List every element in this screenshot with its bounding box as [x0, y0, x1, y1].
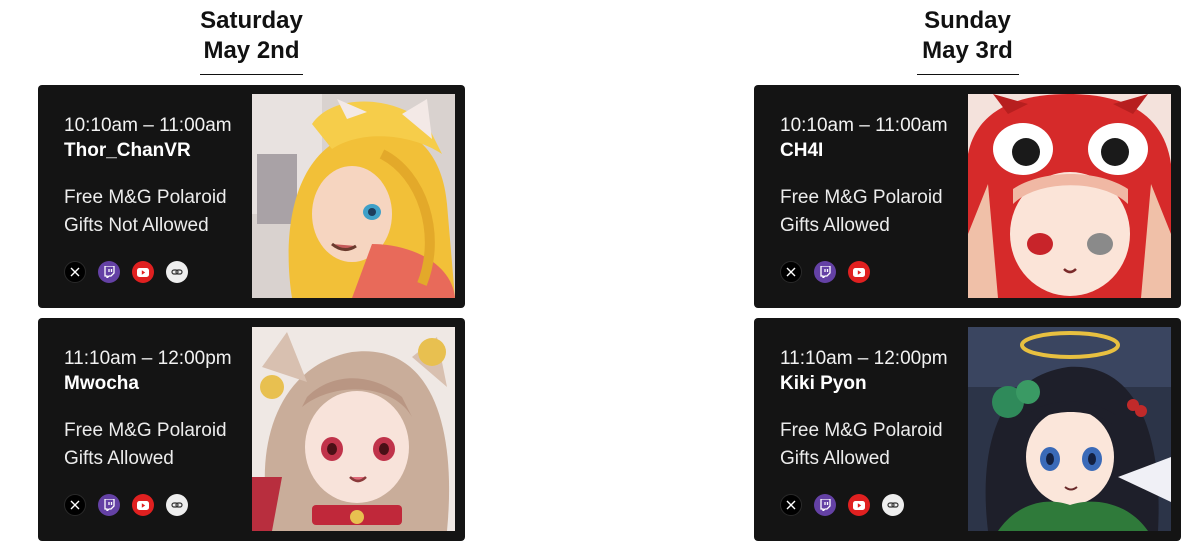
twitch-icon[interactable]: [814, 494, 836, 516]
day-name: Saturday: [200, 7, 303, 34]
social-links: [780, 261, 870, 283]
day-name: Sunday: [924, 7, 1011, 34]
x-icon[interactable]: [780, 261, 802, 283]
perk-gifts: Gifts Allowed: [64, 448, 174, 469]
twitch-icon[interactable]: [98, 261, 120, 283]
schedule-card: 11:10am – 12:00pm Kiki Pyon Free M&G Pol…: [754, 318, 1181, 541]
streamer-name: Kiki Pyon: [780, 373, 867, 394]
time-slot: 10:10am – 11:00am: [780, 115, 948, 136]
schedule-card: 10:10am – 11:00am Thor_ChanVR Free M&G P…: [38, 85, 465, 308]
schedule-card: 11:10am – 12:00pm Mwocha Free M&G Polaro…: [38, 318, 465, 541]
social-links: [64, 494, 188, 516]
perk-list: Free M&G Polaroid Gifts Allowed: [780, 184, 980, 240]
streamer-avatar-mwocha: [252, 327, 455, 531]
day-title: Sunday May 3rd: [916, 6, 1019, 75]
day-header: Sunday May 3rd: [754, 0, 1181, 80]
youtube-icon[interactable]: [848, 261, 870, 283]
perk-list: Free M&G Polaroid Gifts Not Allowed: [64, 184, 264, 240]
card-info: 11:10am – 12:00pm Kiki Pyon Free M&G Pol…: [780, 347, 980, 473]
link-icon[interactable]: [166, 494, 188, 516]
card-info: 10:10am – 11:00am CH4I Free M&G Polaroid…: [780, 114, 980, 240]
streamer-name: CH4I: [780, 140, 824, 161]
x-icon[interactable]: [780, 494, 802, 516]
perk-list: Free M&G Polaroid Gifts Allowed: [780, 417, 980, 473]
x-icon[interactable]: [64, 494, 86, 516]
perk-list: Free M&G Polaroid Gifts Allowed: [64, 417, 264, 473]
streamer-name: Mwocha: [64, 373, 139, 394]
day-date: May 3rd: [922, 37, 1013, 64]
perk-polaroid: Free M&G Polaroid: [780, 187, 943, 208]
time-slot: 10:10am – 11:00am: [64, 115, 232, 136]
perk-polaroid: Free M&G Polaroid: [64, 420, 227, 441]
perk-gifts: Gifts Allowed: [780, 215, 890, 236]
streamer-avatar-ch4i: [968, 94, 1171, 298]
social-links: [64, 261, 188, 283]
day-header: Saturday May 2nd: [38, 0, 465, 80]
time-slot: 11:10am – 12:00pm: [780, 348, 948, 369]
twitch-icon[interactable]: [98, 494, 120, 516]
perk-polaroid: Free M&G Polaroid: [64, 187, 227, 208]
youtube-icon[interactable]: [848, 494, 870, 516]
perk-polaroid: Free M&G Polaroid: [780, 420, 943, 441]
card-info: 10:10am – 11:00am Thor_ChanVR Free M&G P…: [64, 114, 264, 240]
streamer-avatar-kiki-pyon: [968, 327, 1171, 531]
schedule-page: Saturday May 2nd 10:10am – 11:00am Thor_…: [0, 0, 1199, 551]
link-icon[interactable]: [166, 261, 188, 283]
time-slot: 11:10am – 12:00pm: [64, 348, 232, 369]
streamer-avatar-thor-chanvr: [252, 94, 455, 298]
card-info: 11:10am – 12:00pm Mwocha Free M&G Polaro…: [64, 347, 264, 473]
day-title: Saturday May 2nd: [200, 6, 303, 75]
link-icon[interactable]: [882, 494, 904, 516]
day-date: May 2nd: [203, 37, 300, 64]
day-column-saturday: Saturday May 2nd 10:10am – 11:00am Thor_…: [38, 0, 465, 541]
youtube-icon[interactable]: [132, 261, 154, 283]
day-column-sunday: Sunday May 3rd 10:10am – 11:00am CH4I Fr…: [754, 0, 1181, 541]
perk-gifts: Gifts Allowed: [780, 448, 890, 469]
schedule-card: 10:10am – 11:00am CH4I Free M&G Polaroid…: [754, 85, 1181, 308]
x-icon[interactable]: [64, 261, 86, 283]
twitch-icon[interactable]: [814, 261, 836, 283]
social-links: [780, 494, 904, 516]
perk-gifts: Gifts Not Allowed: [64, 215, 209, 236]
youtube-icon[interactable]: [132, 494, 154, 516]
streamer-name: Thor_ChanVR: [64, 140, 191, 161]
